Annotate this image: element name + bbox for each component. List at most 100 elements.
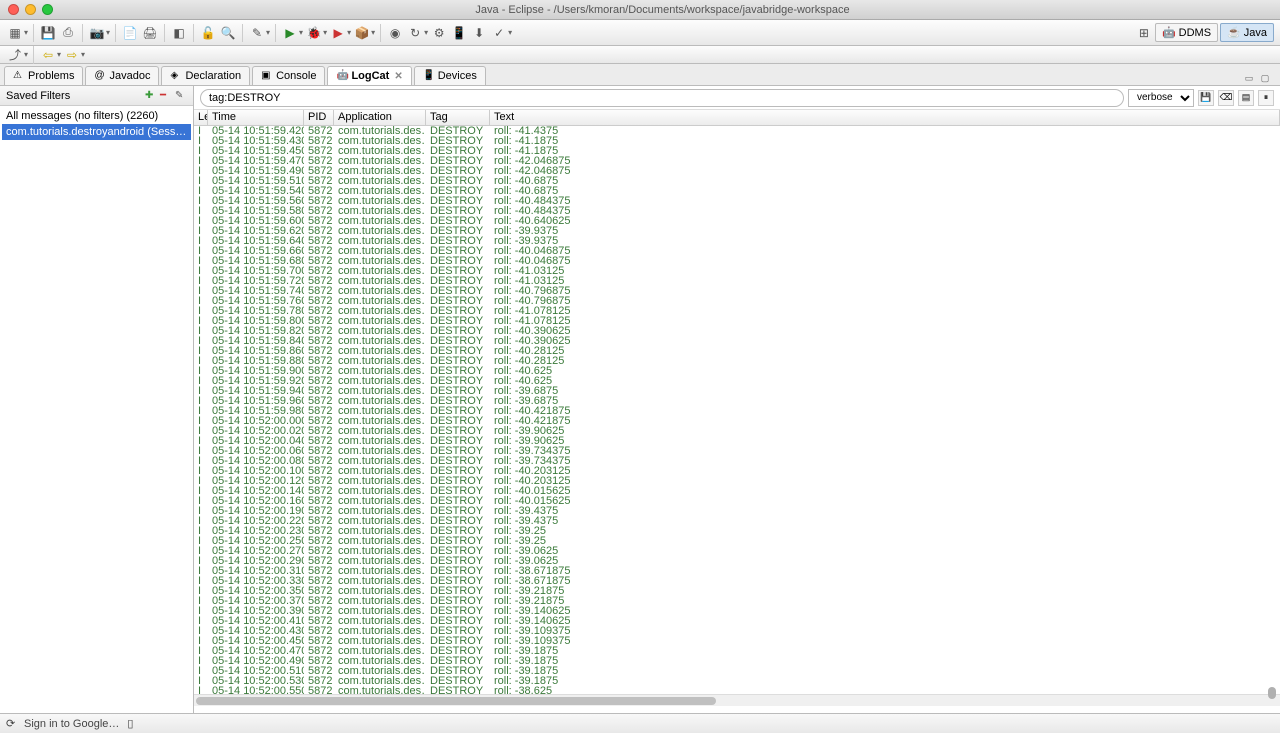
log-row[interactable]: I05-14 10:51:59.5405872com.tutorials.des… [194, 186, 1280, 196]
log-row[interactable]: I05-14 10:51:59.6605872com.tutorials.des… [194, 246, 1280, 256]
log-row[interactable]: I05-14 10:51:59.4205872com.tutorials.des… [194, 126, 1280, 136]
log-row[interactable]: I05-14 10:51:59.9405872com.tutorials.des… [194, 386, 1280, 396]
log-row[interactable]: I05-14 10:51:59.8205872com.tutorials.des… [194, 326, 1280, 336]
minimize-view-button[interactable]: ▭ [1242, 71, 1256, 85]
avd-button[interactable]: 📱 [450, 24, 468, 42]
scroll-lock-button[interactable]: ⏸ [1258, 90, 1274, 106]
tab-problems[interactable]: ⚠Problems [4, 66, 83, 85]
progress-icon[interactable]: ▯ [127, 717, 133, 730]
log-row[interactable]: I05-14 10:52:00.5505872com.tutorials.des… [194, 686, 1280, 694]
col-level[interactable]: Le [194, 110, 208, 125]
log-row[interactable]: I05-14 10:51:59.5105872com.tutorials.des… [194, 176, 1280, 186]
maximize-view-button[interactable]: ▢ [1258, 71, 1272, 85]
log-row[interactable]: I05-14 10:52:00.4705872com.tutorials.des… [194, 646, 1280, 656]
log-row[interactable]: I05-14 10:52:00.3705872com.tutorials.des… [194, 596, 1280, 606]
log-row[interactable]: I05-14 10:51:59.4305872com.tutorials.des… [194, 136, 1280, 146]
log-row[interactable]: I05-14 10:51:59.8405872com.tutorials.des… [194, 336, 1280, 346]
run-button[interactable]: ▶ [281, 24, 299, 42]
log-row[interactable]: I05-14 10:51:59.4505872com.tutorials.des… [194, 146, 1280, 156]
log-row[interactable]: I05-14 10:52:00.1005872com.tutorials.des… [194, 466, 1280, 476]
log-row[interactable]: I05-14 10:51:59.4905872com.tutorials.des… [194, 166, 1280, 176]
clear-log-button[interactable]: ⌫ [1218, 90, 1234, 106]
log-row[interactable]: I05-14 10:51:59.6405872com.tutorials.des… [194, 236, 1280, 246]
col-tag[interactable]: Tag [426, 110, 490, 125]
perspective-java[interactable]: ☕Java [1220, 23, 1274, 42]
link-editor-button[interactable]: ⤴ [6, 46, 24, 64]
log-row[interactable]: I05-14 10:52:00.0605872com.tutorials.des… [194, 446, 1280, 456]
vertical-scrollbar[interactable] [1268, 128, 1278, 699]
perspective-ddms[interactable]: 🤖DDMS [1155, 23, 1218, 42]
zoom-window-button[interactable] [42, 4, 53, 15]
log-row[interactable]: I05-14 10:51:59.9805872com.tutorials.des… [194, 406, 1280, 416]
log-row[interactable]: I05-14 10:52:00.3105872com.tutorials.des… [194, 566, 1280, 576]
col-text[interactable]: Text [490, 110, 1280, 125]
log-row[interactable]: I05-14 10:52:00.1905872com.tutorials.des… [194, 506, 1280, 516]
save-log-button[interactable]: 💾 [1198, 90, 1214, 106]
log-row[interactable]: I05-14 10:51:59.8805872com.tutorials.des… [194, 356, 1280, 366]
build-button[interactable]: ⚙ [430, 24, 448, 42]
filter-item-all[interactable]: All messages (no filters) (2260) [2, 108, 191, 124]
log-row[interactable]: I05-14 10:52:00.2205872com.tutorials.des… [194, 516, 1280, 526]
close-window-button[interactable] [8, 4, 19, 15]
log-row[interactable]: I05-14 10:52:00.0005872com.tutorials.des… [194, 416, 1280, 426]
log-row[interactable]: I05-14 10:52:00.2905872com.tutorials.des… [194, 556, 1280, 566]
log-row[interactable]: I05-14 10:52:00.5305872com.tutorials.des… [194, 676, 1280, 686]
log-row[interactable]: I05-14 10:51:59.6805872com.tutorials.des… [194, 256, 1280, 266]
horizontal-scrollbar[interactable] [194, 694, 1280, 706]
save-file-button[interactable]: 📄 [121, 24, 139, 42]
remove-filter-button[interactable]: ━ [160, 90, 172, 102]
log-row[interactable]: I05-14 10:51:59.8005872com.tutorials.des… [194, 316, 1280, 326]
display-filters-button[interactable]: ▤ [1238, 90, 1254, 106]
log-row[interactable]: I05-14 10:52:00.4905872com.tutorials.des… [194, 656, 1280, 666]
lint-button[interactable]: ✓ [490, 24, 508, 42]
log-row[interactable]: I05-14 10:52:00.4305872com.tutorials.des… [194, 626, 1280, 636]
debug-button[interactable]: 🐞 [305, 24, 323, 42]
ext-tools-button[interactable]: ▶ [329, 24, 347, 42]
minimize-window-button[interactable] [25, 4, 36, 15]
log-row[interactable]: I05-14 10:51:59.8605872com.tutorials.des… [194, 346, 1280, 356]
log-row[interactable]: I05-14 10:52:00.2305872com.tutorials.des… [194, 526, 1280, 536]
col-application[interactable]: Application [334, 110, 426, 125]
log-row[interactable]: I05-14 10:52:00.2505872com.tutorials.des… [194, 536, 1280, 546]
log-level-select[interactable]: verbose [1128, 89, 1194, 107]
tab-javadoc[interactable]: @Javadoc [85, 66, 159, 85]
log-row[interactable]: I05-14 10:52:00.1205872com.tutorials.des… [194, 476, 1280, 486]
tab-logcat[interactable]: 🤖LogCat✕ [327, 66, 411, 85]
tab-console[interactable]: ▣Console [252, 66, 325, 85]
open-type-button[interactable]: ◧ [170, 24, 188, 42]
filter-item-session[interactable]: com.tutorials.destroyandroid (Session Fi… [2, 124, 191, 140]
log-row[interactable]: I05-14 10:52:00.4105872com.tutorials.des… [194, 616, 1280, 626]
log-row[interactable]: I05-14 10:51:59.7405872com.tutorials.des… [194, 286, 1280, 296]
new-class-button[interactable]: ◉ [386, 24, 404, 42]
sync-button[interactable]: ↻ [406, 24, 424, 42]
log-row[interactable]: I05-14 10:52:00.5105872com.tutorials.des… [194, 666, 1280, 676]
toggle-mark-button[interactable]: ✎ [248, 24, 266, 42]
log-row[interactable]: I05-14 10:51:59.6005872com.tutorials.des… [194, 216, 1280, 226]
status-task[interactable]: Sign in to Google… [24, 718, 119, 730]
log-row[interactable]: I05-14 10:52:00.3305872com.tutorials.des… [194, 576, 1280, 586]
log-row[interactable]: I05-14 10:52:00.1605872com.tutorials.des… [194, 496, 1280, 506]
col-time[interactable]: Time [208, 110, 304, 125]
log-row[interactable]: I05-14 10:52:00.3905872com.tutorials.des… [194, 606, 1280, 616]
tab-devices[interactable]: 📱Devices [414, 66, 486, 85]
forward-button[interactable]: ⇨ [63, 46, 81, 64]
task-icon[interactable]: ⟳ [6, 717, 20, 731]
log-row[interactable]: I05-14 10:52:00.0405872com.tutorials.des… [194, 436, 1280, 446]
edit-filter-button[interactable]: ✎ [175, 90, 187, 102]
save-all-button[interactable]: ⎙ [59, 24, 77, 42]
new-package-button[interactable]: 📦 [353, 24, 371, 42]
log-row[interactable]: I05-14 10:51:59.5805872com.tutorials.des… [194, 206, 1280, 216]
new-dropdown[interactable]: ▾ [24, 28, 28, 37]
close-tab-icon[interactable]: ✕ [394, 71, 402, 82]
tab-declaration[interactable]: ◈Declaration [161, 66, 250, 85]
new-button[interactable]: ▦ [6, 24, 24, 42]
debug-toggle-button[interactable]: 🔓 [199, 24, 217, 42]
log-rows[interactable]: I05-14 10:51:59.4205872com.tutorials.des… [194, 126, 1280, 694]
log-row[interactable]: I05-14 10:52:00.1405872com.tutorials.des… [194, 486, 1280, 496]
back-button[interactable]: ⇦ [39, 46, 57, 64]
log-row[interactable]: I05-14 10:52:00.2705872com.tutorials.des… [194, 546, 1280, 556]
log-row[interactable]: I05-14 10:52:00.0805872com.tutorials.des… [194, 456, 1280, 466]
log-row[interactable]: I05-14 10:51:59.9605872com.tutorials.des… [194, 396, 1280, 406]
print-button[interactable]: 🖨 [141, 24, 159, 42]
add-filter-button[interactable]: ✚ [145, 90, 157, 102]
